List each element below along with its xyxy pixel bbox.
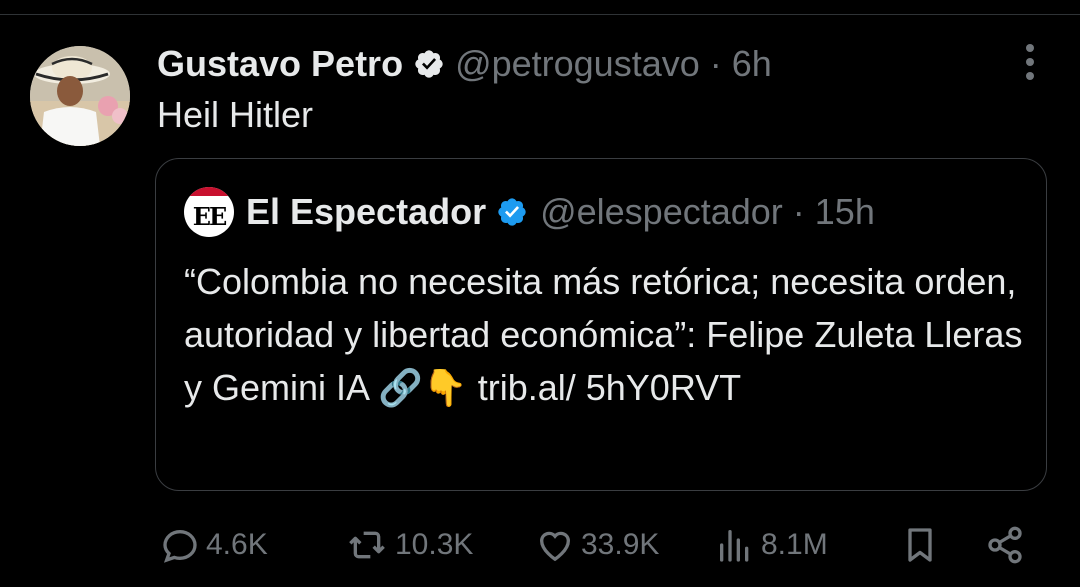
quote-author-handle-time[interactable]: @elespectador · 15h	[540, 191, 875, 233]
like-icon	[539, 531, 571, 562]
more-options-icon[interactable]	[1016, 44, 1044, 80]
quote-text: “Colombia no necesita más retórica; nece…	[184, 261, 1023, 408]
repost-count: 10.3K	[395, 528, 474, 561]
tweet-text: Heil Hitler	[157, 94, 314, 135]
quote-avatar-logo: EE	[192, 201, 228, 231]
author-avatar[interactable]	[30, 46, 130, 146]
quoted-tweet-card[interactable]: EE El Espectador @elespectador · 15h “Co…	[155, 158, 1047, 491]
quote-avatar[interactable]: EE	[184, 187, 234, 237]
views-count: 8.1M	[761, 528, 828, 561]
verified-badge-icon	[498, 198, 526, 226]
share-icon	[988, 526, 1022, 564]
bookmark-icon	[908, 528, 932, 562]
tweet-author-line: Gustavo Petro @petrogustavo · 6h	[157, 42, 772, 86]
author-name[interactable]: Gustavo Petro	[157, 43, 403, 85]
share-button[interactable]	[985, 520, 1025, 570]
like-count: 33.9K	[581, 528, 660, 561]
avatar-photo	[30, 46, 130, 146]
top-divider	[0, 0, 1080, 15]
verified-badge-icon	[415, 50, 443, 78]
quote-author-name[interactable]: El Espectador	[246, 191, 486, 233]
like-button[interactable]: 33.9K	[535, 520, 659, 570]
views-icon	[720, 530, 749, 562]
reply-count: 4.6K	[206, 528, 268, 561]
reply-icon	[163, 529, 197, 563]
quote-author-line: EE El Espectador @elespectador · 15h	[184, 187, 875, 237]
reply-button[interactable]: 4.6K	[160, 520, 268, 570]
bookmark-button[interactable]	[900, 520, 940, 570]
repost-icon	[349, 531, 385, 559]
views-button[interactable]: 8.1M	[715, 520, 828, 570]
author-handle-time[interactable]: @petrogustavo · 6h	[455, 43, 772, 85]
repost-button[interactable]: 10.3K	[345, 520, 473, 570]
tweet-actions-bar: 4.6K 10.3K 33.9K 8.1M	[0, 520, 1080, 570]
